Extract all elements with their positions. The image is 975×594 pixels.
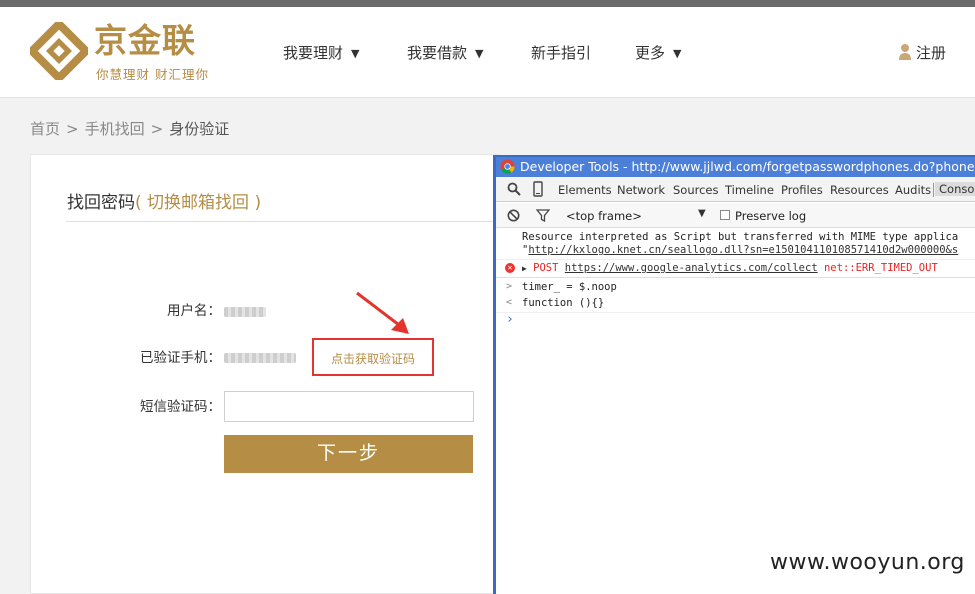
top-strip — [0, 0, 975, 7]
prompt-chevron-icon: › — [506, 312, 514, 327]
tab-elements[interactable]: Elements — [558, 183, 612, 197]
console-error-method: POST — [533, 262, 559, 274]
breadcrumb: 首页 > 手机找回 > 身份验证 — [30, 118, 229, 140]
logo-slogan: 你慧理财 财汇理你 — [96, 67, 209, 82]
register-link[interactable]: 注册 — [898, 43, 946, 63]
tab-timeline[interactable]: Timeline — [725, 183, 774, 197]
recovery-form-panel: 找回密码( 切换邮箱找回 ) 用户名： 已验证手机： 点击获取验证码 短信验证码… — [30, 154, 501, 594]
tab-sources[interactable]: Sources — [673, 183, 719, 197]
username-value-masked — [224, 307, 266, 317]
tab-divider — [933, 183, 934, 197]
breadcrumb-separator: > — [66, 120, 79, 138]
nav-item-label: 更多 — [635, 44, 666, 62]
user-icon — [899, 44, 911, 60]
breadcrumb-phone-recovery[interactable]: 手机找回 — [85, 120, 145, 138]
console-input-text: timer_ = $.noop — [522, 281, 617, 293]
form-title-text: 找回密码 — [67, 193, 135, 213]
frame-select-arrow-icon[interactable]: ▼ — [698, 208, 706, 219]
console-output-line: < function (){} — [496, 294, 975, 313]
switch-to-email-link[interactable]: ( 切换邮箱找回 ) — [135, 193, 261, 213]
next-step-button[interactable]: 下一步 — [224, 435, 473, 473]
input-chevron-icon: > — [506, 281, 513, 292]
console-input-line: > timer_ = $.noop — [496, 278, 975, 294]
console-output-text: function (){} — [522, 297, 605, 309]
title-divider — [66, 221, 501, 222]
tab-audits[interactable]: Audits — [895, 183, 931, 197]
breadcrumb-separator: > — [150, 120, 164, 138]
caret-down-icon: ▼ — [351, 47, 360, 60]
get-code-link[interactable]: 点击获取验证码 — [331, 351, 415, 367]
error-icon: ✕ — [505, 263, 515, 273]
sms-code-label: 短信验证码： — [140, 399, 221, 415]
console-warning-message: Resource interpreted as Script but trans… — [496, 229, 975, 260]
preserve-log-checkbox[interactable] — [720, 210, 730, 220]
output-chevron-icon: < — [506, 297, 513, 308]
breadcrumb-home[interactable]: 首页 — [30, 120, 60, 138]
tab-profiles[interactable]: Profiles — [781, 183, 823, 197]
console-warning-link[interactable]: http://kxlogo.knet.cn/seallogo.dll?sn=e1… — [528, 244, 958, 256]
devtools-title: Developer Tools - http://www.jjlwd.com/f… — [520, 159, 975, 174]
preserve-log-label: Preserve log — [735, 209, 807, 223]
register-label: 注册 — [916, 44, 947, 62]
devtools-tabbar: Elements Network Sources Timeline Profil… — [496, 177, 975, 202]
site-logo[interactable]: 京金联 你慧理财 财汇理你 — [28, 19, 218, 85]
watermark: www.wooyun.org — [770, 550, 965, 575]
caret-down-icon: ▼ — [673, 47, 682, 60]
nav-item-label: 我要借款 — [407, 44, 468, 62]
devtools-titlebar: Developer Tools - http://www.jjlwd.com/f… — [496, 157, 975, 177]
device-mode-icon[interactable] — [533, 181, 543, 197]
sms-code-input[interactable] — [224, 391, 474, 422]
annotation-arrow-icon — [356, 291, 409, 334]
nav-item-label: 新手指引 — [531, 44, 592, 62]
nav-item-label: 我要理财 — [283, 44, 344, 62]
username-label: 用户名： — [167, 303, 221, 319]
console-output: Resource interpreted as Script but trans… — [496, 229, 975, 326]
logo-name: 京金联 — [94, 21, 196, 60]
console-error-code: net::ERR_TIMED_OUT — [823, 262, 938, 274]
console-toolbar: <top frame> ▼ Preserve log — [496, 203, 975, 228]
tab-console[interactable]: Console — [935, 182, 975, 196]
console-prompt[interactable]: › — [496, 313, 975, 326]
site-header: 京金联 你慧理财 财汇理你 我要理财 ▼ 我要借款 ▼ 新手指引 更多 ▼ 注册 — [0, 7, 975, 98]
nav-item-guide[interactable]: 新手指引 — [531, 43, 591, 63]
form-title: 找回密码( 切换邮箱找回 ) — [67, 191, 261, 215]
devtools-window: Developer Tools - http://www.jjlwd.com/f… — [493, 155, 975, 594]
clear-console-icon[interactable] — [507, 209, 520, 222]
phone-value-masked — [224, 353, 296, 363]
nav-item-more[interactable]: 更多 ▼ — [635, 43, 681, 64]
console-error-message: ✕ ▶ POST https://www.google-analytics.co… — [496, 260, 975, 278]
nav-item-borrow[interactable]: 我要借款 ▼ — [407, 43, 483, 64]
breadcrumb-current: 身份验证 — [169, 120, 230, 138]
caret-down-icon: ▼ — [475, 47, 484, 60]
chrome-icon — [500, 159, 515, 174]
frame-select[interactable]: <top frame> — [566, 209, 642, 223]
console-warning-text: Resource interpreted as Script but trans… — [522, 231, 959, 243]
expand-triangle-icon[interactable]: ▶ — [522, 264, 527, 273]
search-icon[interactable] — [507, 182, 521, 196]
logo-diamond-icon — [30, 22, 88, 80]
tab-network[interactable]: Network — [617, 183, 665, 197]
filter-icon[interactable] — [536, 209, 550, 222]
phone-label: 已验证手机： — [140, 350, 221, 366]
console-error-link[interactable]: https://www.google-analytics.com/collect — [565, 262, 818, 274]
tab-resources[interactable]: Resources — [830, 183, 889, 197]
nav-item-invest[interactable]: 我要理财 ▼ — [283, 43, 359, 64]
